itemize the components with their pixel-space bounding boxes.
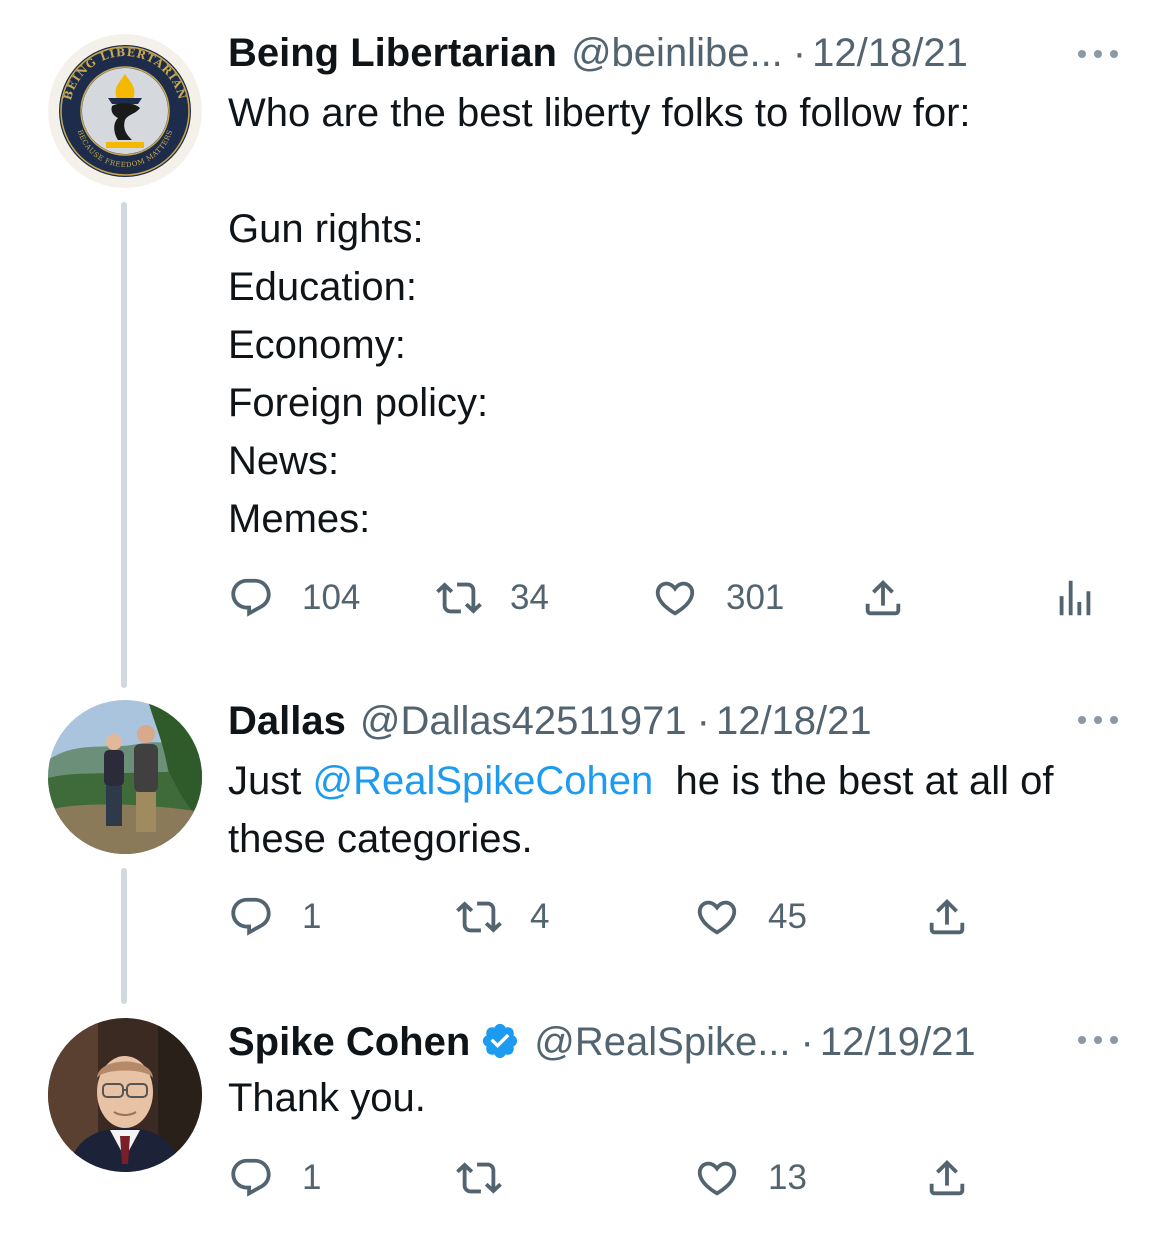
thread-line	[121, 202, 127, 688]
tweet-date[interactable]: 12/18/21	[716, 696, 872, 746]
separator-dot: ·	[792, 31, 807, 75]
tweet-text: Thank you.	[228, 1076, 426, 1120]
thread-line	[121, 868, 127, 1004]
tweet-text-prefix: Just	[228, 759, 313, 803]
retweet-button[interactable]: 4	[456, 892, 549, 942]
tweet-text: Just @RealSpikeCohen he is the best at a…	[228, 752, 1110, 868]
photo-two-people-icon	[48, 700, 202, 854]
reply-icon	[228, 894, 274, 940]
retweet-count: 4	[530, 897, 550, 936]
tweet-dallas[interactable]: Dallas @Dallas42511971 · 12/18/21 Just @…	[0, 690, 1170, 1010]
like-button[interactable]: 45	[694, 892, 807, 942]
tweet-actions: 104 34 301	[228, 573, 1128, 623]
more-icon[interactable]	[1074, 44, 1122, 64]
share-icon	[924, 1155, 970, 1201]
tweet-header: Dallas @Dallas42511971 · 12/18/21	[228, 696, 1130, 746]
separator-dot: ·	[800, 1020, 814, 1064]
reply-count: 104	[302, 578, 361, 617]
share-icon	[924, 894, 970, 940]
display-name[interactable]: Being Libertarian	[228, 28, 557, 78]
separator-dot: ·	[696, 699, 710, 743]
tweet-actions: 1 4 45	[228, 892, 988, 942]
being-libertarian-logo-icon: BEING LIBERTARIAN BECAUSE FREEDOM MATTER…	[48, 34, 202, 188]
display-name[interactable]: Dallas	[228, 696, 346, 746]
more-icon[interactable]	[1074, 1030, 1122, 1050]
reply-icon	[228, 575, 274, 621]
mention-link[interactable]: @RealSpikeCohen	[312, 759, 653, 803]
tweet-date[interactable]: 12/19/21	[820, 1017, 976, 1067]
tweet-thread: BEING LIBERTARIAN BECAUSE FREEDOM MATTER…	[0, 0, 1170, 1235]
retweet-icon	[436, 575, 482, 621]
tweet-header: Spike Cohen @RealSpike... · 12/19/21	[228, 1015, 1130, 1065]
avatar[interactable]: BEING LIBERTARIAN BECAUSE FREEDOM MATTER…	[48, 34, 202, 188]
like-count: 45	[768, 897, 807, 936]
retweet-icon	[456, 1155, 502, 1201]
reply-button[interactable]: 1	[228, 892, 321, 942]
retweet-count: 34	[510, 578, 549, 617]
more-icon[interactable]	[1074, 710, 1122, 730]
reply-count: 1	[302, 1158, 322, 1197]
retweet-button[interactable]: 34	[436, 573, 549, 623]
tweet-being-libertarian[interactable]: BEING LIBERTARIAN BECAUSE FREEDOM MATTER…	[0, 0, 1170, 690]
user-handle[interactable]: @beinlibe...	[571, 28, 783, 78]
reply-button[interactable]: 1	[228, 1153, 321, 1203]
analytics-button[interactable]	[1052, 573, 1098, 623]
share-button[interactable]	[860, 573, 906, 623]
share-button[interactable]	[924, 892, 970, 942]
tweet-header: Being Libertarian @beinlibe... · 12/18/2…	[228, 28, 1130, 78]
retweet-icon	[456, 894, 502, 940]
verified-badge-icon	[483, 1023, 518, 1059]
photo-man-glasses-suit-icon	[48, 1018, 202, 1172]
like-count: 13	[768, 1158, 807, 1197]
analytics-icon	[1052, 575, 1098, 621]
like-icon	[694, 1155, 740, 1201]
tweet-date[interactable]: 12/18/21	[812, 28, 968, 78]
reply-icon	[228, 1155, 274, 1201]
user-handle[interactable]: @Dallas42511971	[360, 696, 687, 746]
retweet-button[interactable]	[456, 1153, 530, 1203]
share-button[interactable]	[924, 1153, 970, 1203]
display-name[interactable]: Spike Cohen	[228, 1017, 470, 1067]
like-count: 301	[726, 578, 785, 617]
like-button[interactable]: 301	[652, 573, 784, 623]
reply-count: 1	[302, 897, 322, 936]
tweet-text: Who are the best liberty folks to follow…	[228, 91, 971, 541]
like-icon	[694, 894, 740, 940]
avatar[interactable]	[48, 700, 202, 854]
tweet-spike-cohen[interactable]: Spike Cohen @RealSpike... · 12/19/21 Tha…	[0, 1010, 1170, 1235]
avatar[interactable]	[48, 1018, 202, 1172]
share-icon	[860, 575, 906, 621]
user-handle[interactable]: @RealSpike...	[534, 1017, 790, 1067]
reply-button[interactable]: 104	[228, 573, 360, 623]
like-icon	[652, 575, 698, 621]
like-button[interactable]: 13	[694, 1153, 807, 1203]
tweet-actions: 1 13	[228, 1153, 988, 1203]
